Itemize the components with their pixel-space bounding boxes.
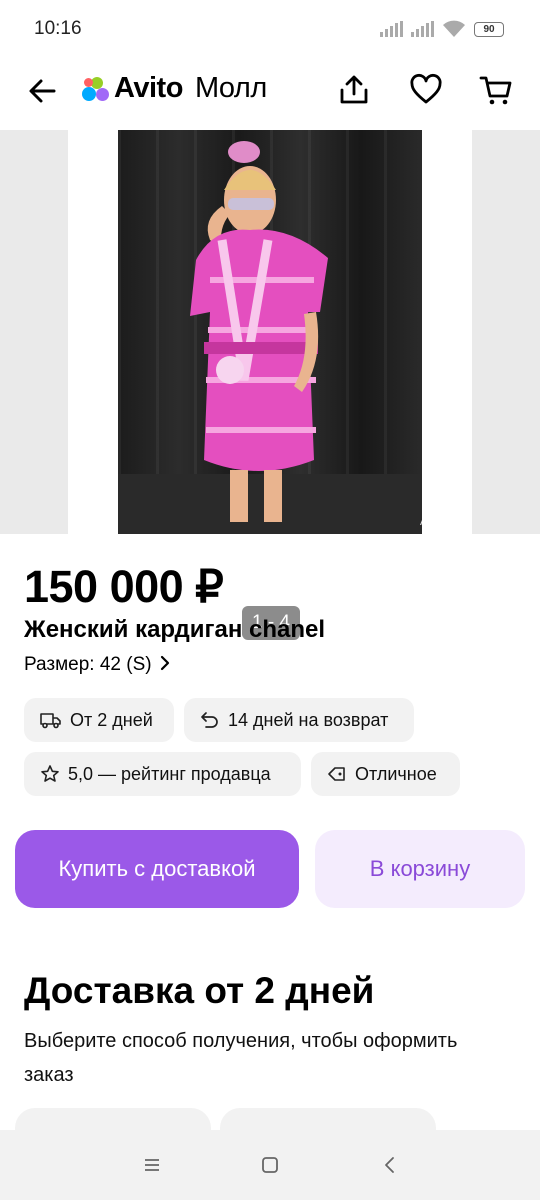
tag-icon [328,767,345,781]
add-to-cart-button[interactable]: В корзину [315,830,525,908]
truck-icon [40,713,61,729]
model-figure [190,141,328,522]
product-title: Женский кардиган chanel [24,616,326,643]
home-icon[interactable] [259,1154,281,1176]
battery-icon: 90 [474,21,504,37]
avito-mall-logo: Avito Молл [82,72,267,105]
chip-rating-label: 5,0 — рейтинг продавца [68,763,271,784]
gallery-watermark: Avito [420,514,447,528]
product-price: 150 000 ₽ [24,561,224,612]
chip-condition[interactable]: Отличное [311,752,460,796]
product-size-link[interactable]: Размер: 42 (S) [24,654,171,676]
product-photo[interactable] [118,130,422,534]
star-icon [41,765,59,782]
signal-icon-2 [411,21,434,37]
share-icon[interactable] [336,72,372,108]
chip-seller-rating[interactable]: 5,0 — рейтинг продавца [24,752,301,796]
size-label: Размер: 42 (S) [24,654,152,675]
wifi-icon [443,20,465,37]
status-icons: 90 [380,20,504,38]
brand-sub: Молл [194,72,267,104]
signal-icon [380,21,403,37]
brand-name: Avito [114,72,183,104]
cart-icon[interactable] [478,72,514,108]
chip-return[interactable]: 14 дней на возврат [184,698,414,742]
back-nav-icon[interactable] [379,1154,401,1176]
status-bar: 10:16 90 [0,0,540,58]
chip-condition-label: Отличное [355,763,437,784]
delivery-section-title: Доставка от 2 дней [24,970,375,1011]
chip-return-label: 14 дней на возврат [228,709,389,730]
chip-delivery-label: От 2 дней [70,709,153,730]
delivery-section-subtitle: Выберите способ получения, чтобы оформит… [24,1030,458,1086]
chevron-right-icon [160,655,169,671]
recent-apps-icon[interactable] [141,1154,163,1176]
buy-with-delivery-button[interactable]: Купить с доставкой [15,830,299,908]
app-bar: Avito Молл [0,58,540,130]
avito-logo-icon [82,76,109,102]
system-nav-bar [0,1130,540,1200]
image-gallery[interactable]: 1 - 4 Avito [0,130,540,640]
chip-delivery[interactable]: От 2 дней [24,698,174,742]
return-arrow-icon [201,712,218,728]
back-arrow-icon[interactable] [26,74,60,108]
status-time: 10:16 [34,18,82,39]
favorite-heart-icon[interactable] [408,72,444,108]
